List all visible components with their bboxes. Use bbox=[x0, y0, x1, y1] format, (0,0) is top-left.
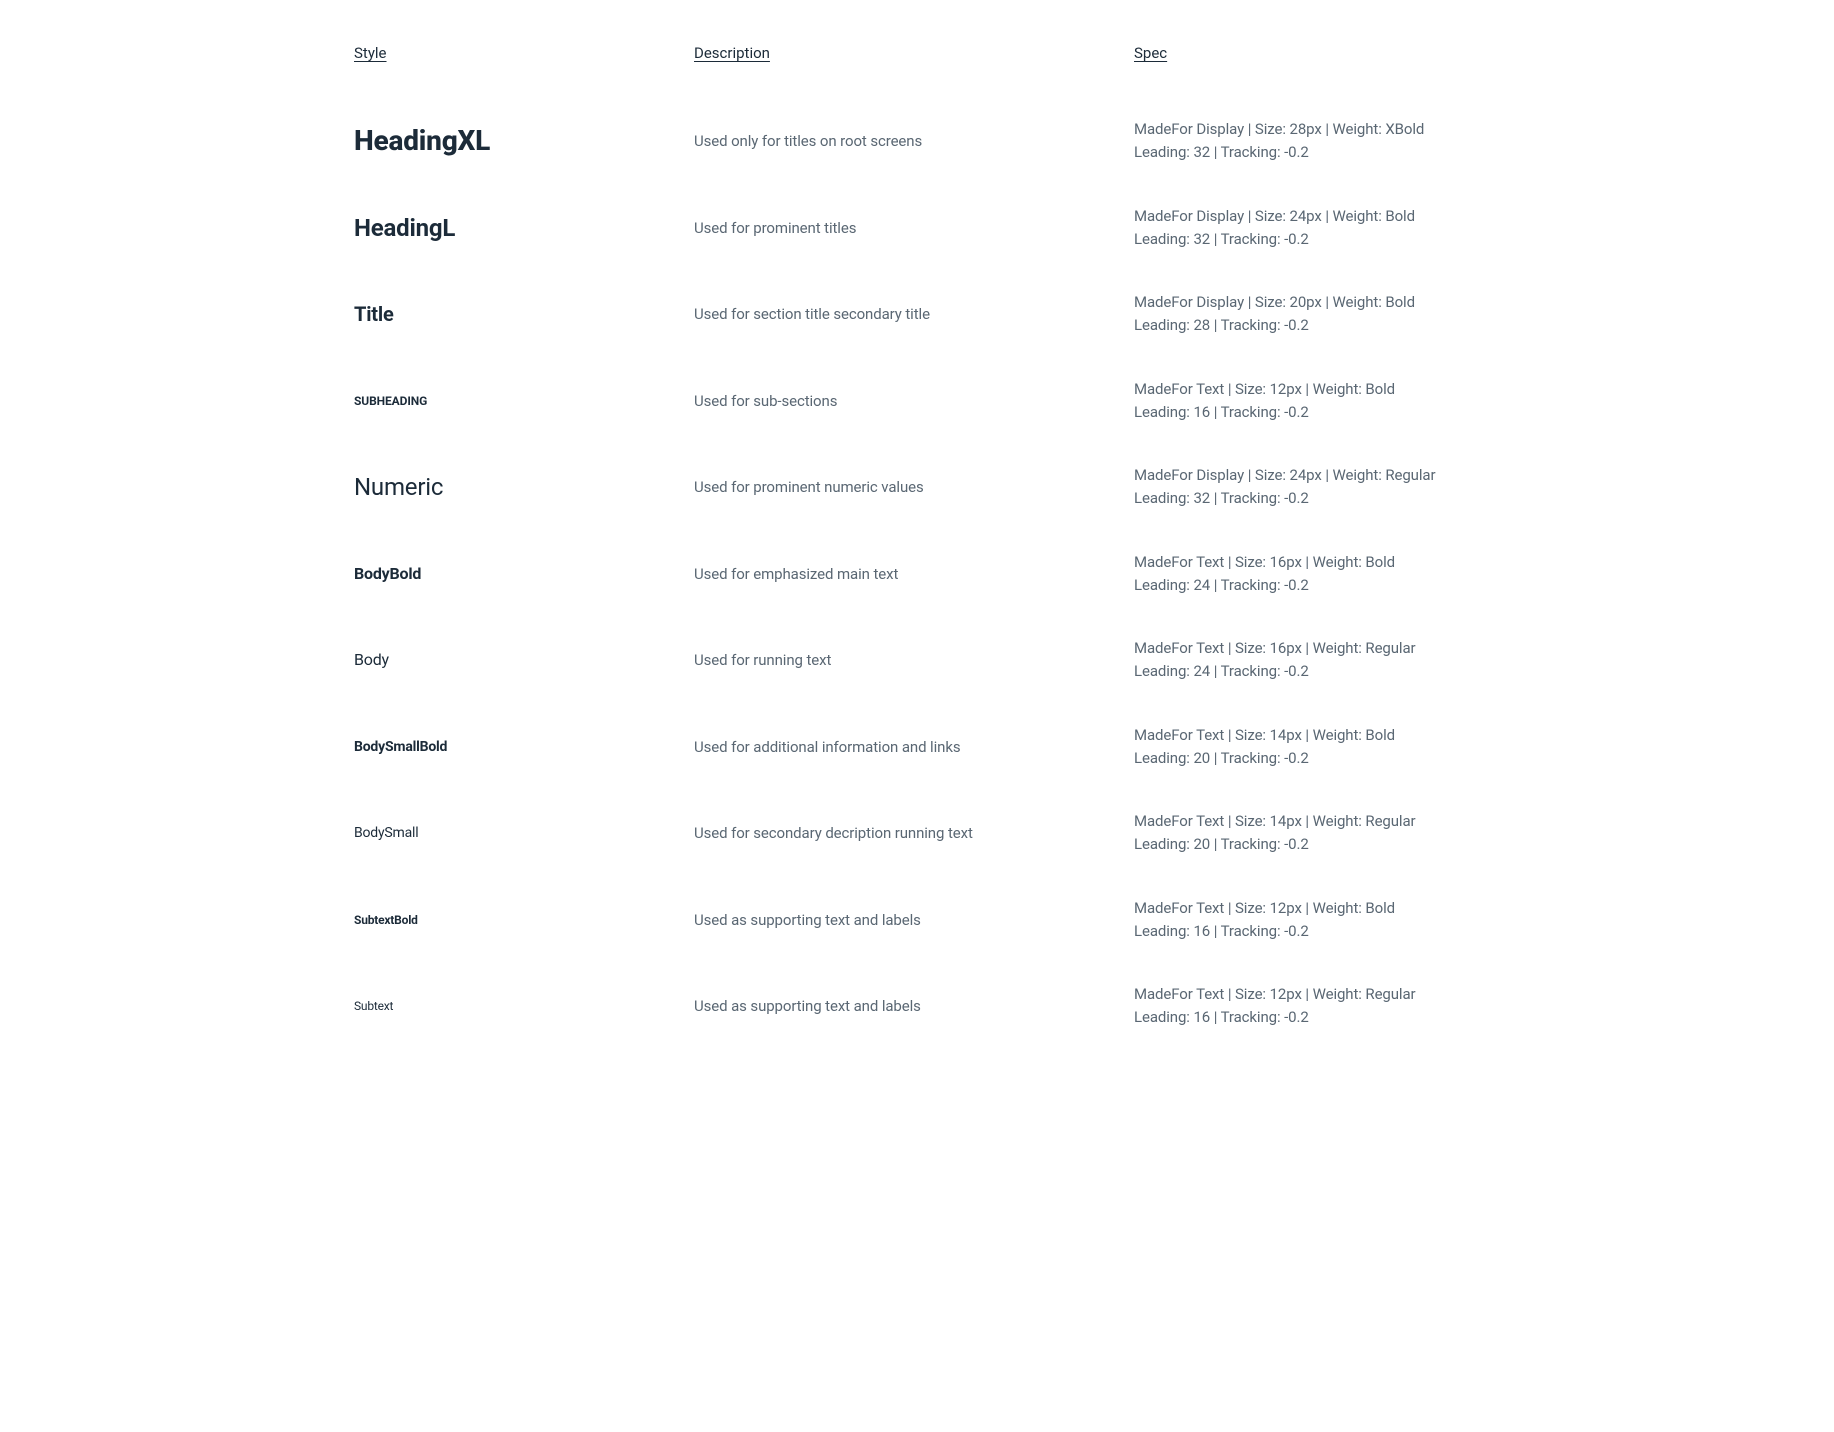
spec-line-1: MadeFor Text | Size: 12px | Weight: Regu… bbox=[1134, 983, 1480, 1006]
table-row-description-cell: Used as supporting text and labels bbox=[694, 877, 1134, 964]
spec-line-2: Leading: 28 | Tracking: -0.2 bbox=[1134, 314, 1480, 337]
style-sample: SUBHEADING bbox=[354, 393, 427, 409]
table-row-spec-cell: MadeFor Display | Size: 24px | Weight: B… bbox=[1134, 185, 1480, 272]
table-row-description-cell: Used for emphasized main text bbox=[694, 531, 1134, 618]
spec-line-1: MadeFor Display | Size: 28px | Weight: X… bbox=[1134, 118, 1480, 141]
table-row-description-cell: Used for sub-sections bbox=[694, 358, 1134, 445]
table-row-spec-cell: MadeFor Text | Size: 12px | Weight: Regu… bbox=[1134, 963, 1480, 1050]
table-row-style-cell: Subtext bbox=[354, 963, 694, 1050]
typography-spec-table: Style Description Spec HeadingXL Used onl… bbox=[306, 0, 1528, 1110]
style-sample: HeadingL bbox=[354, 212, 455, 244]
table-row-style-cell: BodyBold bbox=[354, 531, 694, 618]
table-row-style-cell: SUBHEADING bbox=[354, 358, 694, 445]
col-header-style: Style bbox=[354, 44, 694, 98]
table-row-description-cell: Used for secondary decription running te… bbox=[694, 790, 1134, 877]
spec-line-1: MadeFor Text | Size: 12px | Weight: Bold bbox=[1134, 897, 1480, 920]
style-sample: HeadingXL bbox=[354, 125, 490, 157]
style-sample: Body bbox=[354, 648, 389, 672]
table-row-style-cell: BodySmall bbox=[354, 790, 694, 877]
col-header-spec: Spec bbox=[1134, 44, 1480, 98]
table-row-spec-cell: MadeFor Text | Size: 14px | Weight: Regu… bbox=[1134, 790, 1480, 877]
spec-line-2: Leading: 32 | Tracking: -0.2 bbox=[1134, 141, 1480, 164]
spec-line-2: Leading: 16 | Tracking: -0.2 bbox=[1134, 920, 1480, 943]
table-row-style-cell: Title bbox=[354, 271, 694, 358]
style-sample: BodySmallBold bbox=[354, 737, 447, 757]
table-row-description-cell: Used only for titles on root screens bbox=[694, 98, 1134, 185]
spec-line-1: MadeFor Text | Size: 16px | Weight: Bold bbox=[1134, 551, 1480, 574]
spec-line-1: MadeFor Text | Size: 12px | Weight: Bold bbox=[1134, 378, 1480, 401]
table-row-style-cell: BodySmallBold bbox=[354, 704, 694, 791]
table-row-spec-cell: MadeFor Text | Size: 12px | Weight: Bold… bbox=[1134, 358, 1480, 445]
table-row-style-cell: HeadingL bbox=[354, 185, 694, 272]
spec-table: Style Description Spec HeadingXL Used onl… bbox=[354, 44, 1480, 1050]
table-row-style-cell: SubtextBold bbox=[354, 877, 694, 964]
style-sample: Title bbox=[354, 300, 394, 328]
spec-line-2: Leading: 20 | Tracking: -0.2 bbox=[1134, 833, 1480, 856]
spec-line-2: Leading: 24 | Tracking: -0.2 bbox=[1134, 660, 1480, 683]
spec-line-2: Leading: 16 | Tracking: -0.2 bbox=[1134, 401, 1480, 424]
table-row-spec-cell: MadeFor Display | Size: 24px | Weight: R… bbox=[1134, 444, 1480, 531]
table-row-spec-cell: MadeFor Display | Size: 20px | Weight: B… bbox=[1134, 271, 1480, 358]
spec-line-2: Leading: 32 | Tracking: -0.2 bbox=[1134, 228, 1480, 251]
table-row-description-cell: Used as supporting text and labels bbox=[694, 963, 1134, 1050]
table-row-spec-cell: MadeFor Text | Size: 16px | Weight: Bold… bbox=[1134, 531, 1480, 618]
table-row-style-cell: Body bbox=[354, 617, 694, 704]
spec-line-2: Leading: 24 | Tracking: -0.2 bbox=[1134, 574, 1480, 597]
style-sample: Subtext bbox=[354, 998, 393, 1014]
style-sample: SubtextBold bbox=[354, 912, 418, 928]
table-row-description-cell: Used for running text bbox=[694, 617, 1134, 704]
style-sample: Numeric bbox=[354, 471, 443, 503]
spec-line-1: MadeFor Display | Size: 20px | Weight: B… bbox=[1134, 291, 1480, 314]
table-row-description-cell: Used for prominent numeric values bbox=[694, 444, 1134, 531]
spec-line-1: MadeFor Text | Size: 14px | Weight: Regu… bbox=[1134, 810, 1480, 833]
spec-line-2: Leading: 20 | Tracking: -0.2 bbox=[1134, 747, 1480, 770]
spec-line-1: MadeFor Display | Size: 24px | Weight: R… bbox=[1134, 464, 1480, 487]
spec-line-1: MadeFor Text | Size: 16px | Weight: Regu… bbox=[1134, 637, 1480, 660]
col-header-description: Description bbox=[694, 44, 1134, 98]
table-row-spec-cell: MadeFor Display | Size: 28px | Weight: X… bbox=[1134, 98, 1480, 185]
table-row-style-cell: Numeric bbox=[354, 444, 694, 531]
spec-line-1: MadeFor Text | Size: 14px | Weight: Bold bbox=[1134, 724, 1480, 747]
style-sample: BodySmall bbox=[354, 823, 418, 843]
table-row-spec-cell: MadeFor Text | Size: 14px | Weight: Bold… bbox=[1134, 704, 1480, 791]
table-row-spec-cell: MadeFor Text | Size: 12px | Weight: Bold… bbox=[1134, 877, 1480, 964]
table-row-description-cell: Used for section title secondary title bbox=[694, 271, 1134, 358]
table-row-spec-cell: MadeFor Text | Size: 16px | Weight: Regu… bbox=[1134, 617, 1480, 704]
style-sample: BodyBold bbox=[354, 562, 421, 586]
spec-line-2: Leading: 16 | Tracking: -0.2 bbox=[1134, 1006, 1480, 1029]
table-row-description-cell: Used for additional information and link… bbox=[694, 704, 1134, 791]
table-row-description-cell: Used for prominent titles bbox=[694, 185, 1134, 272]
table-row-style-cell: HeadingXL bbox=[354, 98, 694, 185]
spec-line-2: Leading: 32 | Tracking: -0.2 bbox=[1134, 487, 1480, 510]
spec-line-1: MadeFor Display | Size: 24px | Weight: B… bbox=[1134, 205, 1480, 228]
